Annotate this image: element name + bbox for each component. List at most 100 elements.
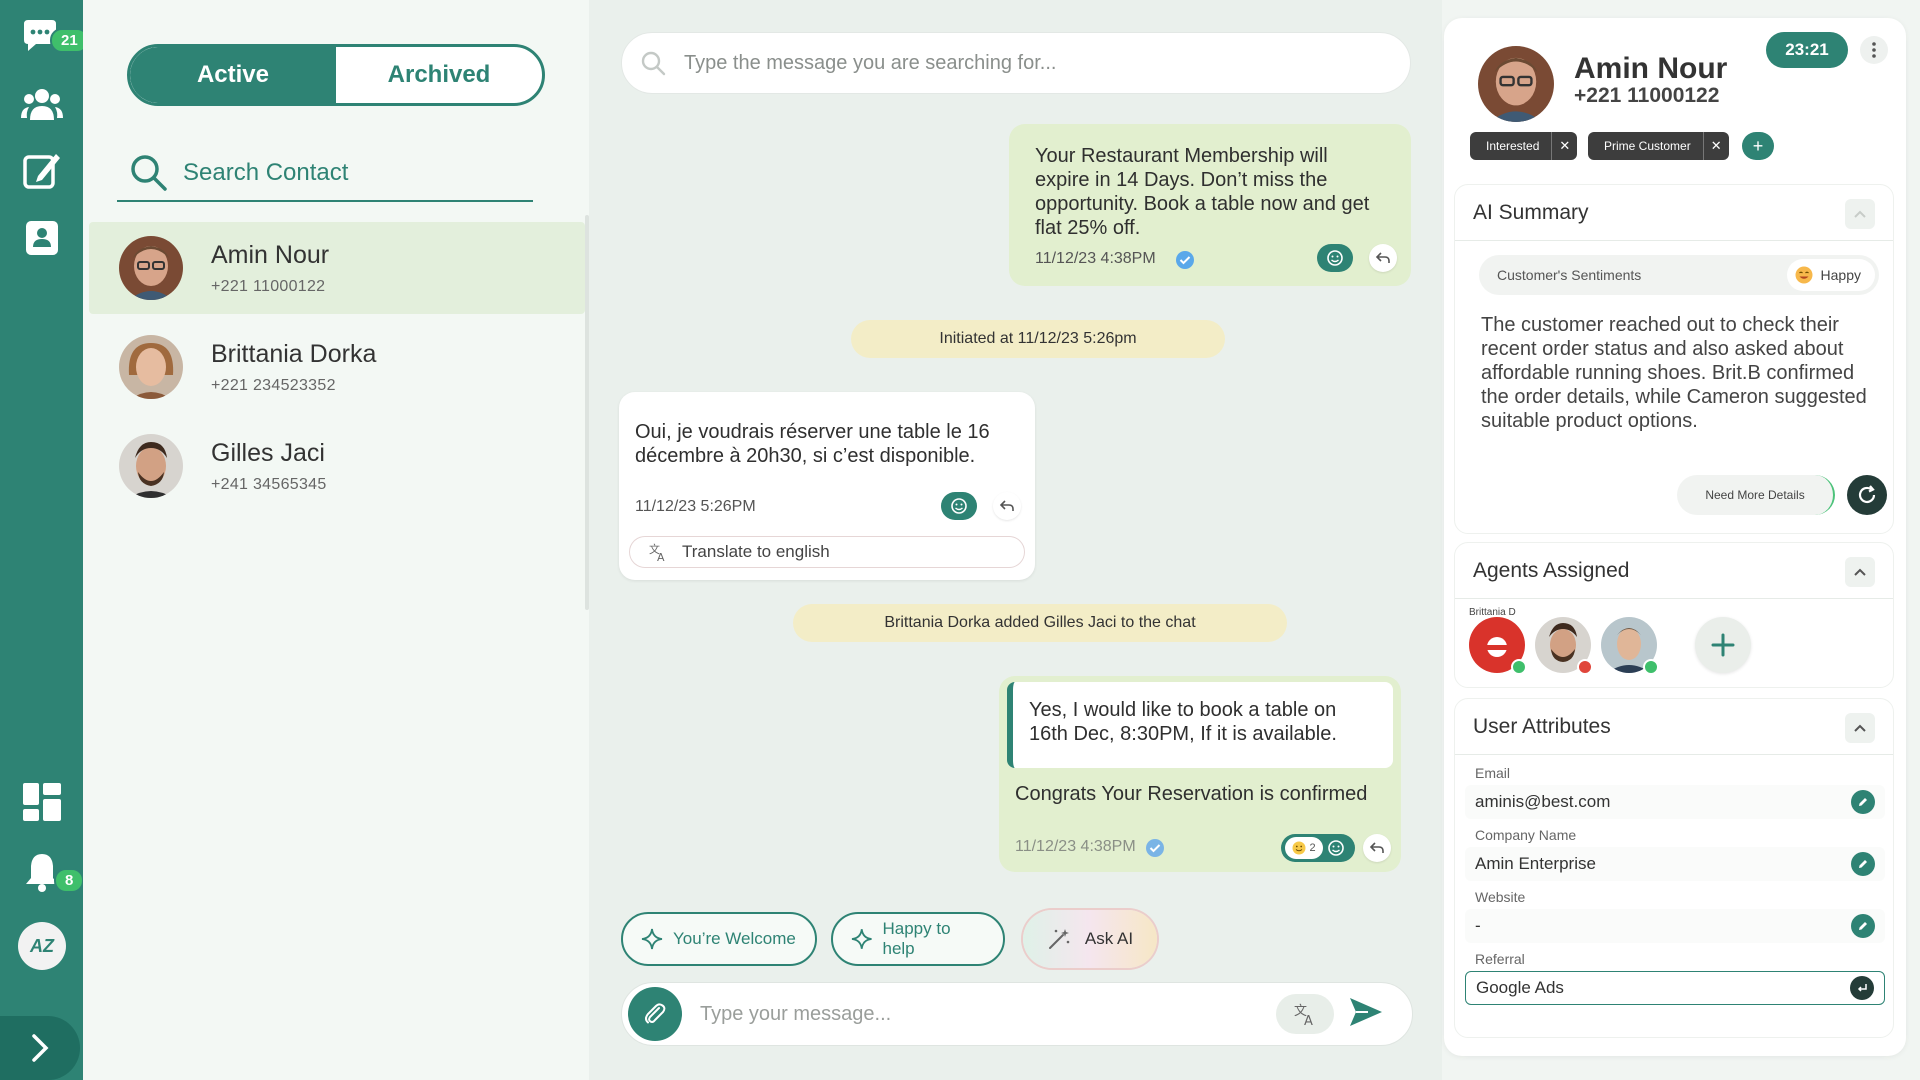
message-time: 11/12/23 4:38PM bbox=[1015, 838, 1136, 855]
attributes-title: User Attributes bbox=[1473, 715, 1611, 738]
paperclip-icon bbox=[645, 1003, 666, 1024]
read-check-icon bbox=[1146, 839, 1164, 857]
translate-toggle-button[interactable]: 文A bbox=[1276, 994, 1334, 1034]
session-timer: 23:21 bbox=[1766, 32, 1848, 68]
collapse-agents-button[interactable] bbox=[1845, 557, 1875, 587]
system-event-participant-added: Brittania Dorka added Gilles Jaci to the… bbox=[793, 604, 1287, 642]
translate-icon: 文A bbox=[649, 542, 665, 562]
team-icon[interactable] bbox=[20, 82, 64, 126]
quick-reply-happy-to-help[interactable]: Happy to help bbox=[831, 912, 1005, 966]
translate-button[interactable]: 文A Translate to english bbox=[629, 536, 1025, 568]
ask-ai-button[interactable]: Ask AI bbox=[1023, 910, 1157, 968]
contact-search-placeholder: Search Contact bbox=[183, 159, 349, 186]
sentiment-label: Customer's Sentiments bbox=[1497, 267, 1642, 283]
attribute-company-field[interactable]: Amin Enterprise bbox=[1465, 847, 1885, 881]
attribute-value: Google Ads bbox=[1476, 978, 1564, 997]
contact-details-panel: Amin Nour +221 11000122 23:21 Interested… bbox=[1444, 18, 1906, 1056]
sentiment-value: Happy bbox=[1820, 267, 1861, 283]
edit-website-button[interactable] bbox=[1851, 914, 1875, 938]
attribute-value: - bbox=[1475, 916, 1481, 935]
ask-ai-label: Ask AI bbox=[1084, 929, 1134, 948]
read-check-icon bbox=[1176, 251, 1194, 269]
attributes-header: User Attributes bbox=[1455, 699, 1893, 755]
chevron-up-icon bbox=[1854, 210, 1866, 218]
reaction-count: 2 bbox=[1309, 842, 1316, 854]
reply-button[interactable] bbox=[993, 492, 1021, 520]
agent-avatar[interactable] bbox=[1535, 617, 1593, 675]
add-reaction-button[interactable] bbox=[941, 492, 977, 520]
contact-item-gilles-jaci[interactable]: Gilles Jaci +241 34565345 bbox=[89, 420, 585, 512]
avatar bbox=[119, 434, 183, 498]
quick-reply-youre-welcome[interactable]: You’re Welcome bbox=[621, 912, 817, 966]
magic-wand-icon bbox=[1048, 929, 1070, 949]
kebab-menu-icon bbox=[1872, 42, 1876, 58]
left-rail: 21 8 AZ bbox=[0, 0, 89, 1080]
attach-button[interactable] bbox=[628, 987, 682, 1041]
edit-email-button[interactable] bbox=[1851, 790, 1875, 814]
send-button[interactable] bbox=[1348, 996, 1384, 1033]
online-status-dot bbox=[1643, 659, 1659, 675]
tab-active[interactable]: Active bbox=[130, 47, 336, 103]
ai-summary-title: AI Summary bbox=[1473, 201, 1589, 224]
attribute-label-referral: Referral bbox=[1475, 951, 1525, 967]
attribute-label-company: Company Name bbox=[1475, 827, 1577, 843]
reaction-group[interactable]: 2 bbox=[1281, 834, 1355, 862]
pencil-icon bbox=[1859, 922, 1867, 930]
outgoing-message[interactable]: Your Restaurant Membership will expire i… bbox=[1009, 124, 1411, 286]
tab-archived[interactable]: Archived bbox=[336, 47, 542, 103]
add-reaction-button[interactable] bbox=[1317, 244, 1353, 272]
contact-phone: +221 11000122 bbox=[1574, 84, 1720, 107]
translate-label: Translate to english bbox=[682, 542, 830, 561]
confirm-referral-button[interactable] bbox=[1850, 976, 1874, 1000]
message-input[interactable]: Type your message... bbox=[700, 1003, 1276, 1026]
message-time: 11/12/23 4:38PM bbox=[1035, 250, 1156, 267]
reply-button[interactable] bbox=[1363, 834, 1391, 862]
contact-phone: +221 234523352 bbox=[211, 376, 336, 394]
message-time: 11/12/23 5:26PM bbox=[635, 498, 756, 515]
add-agent-button[interactable] bbox=[1695, 617, 1751, 673]
brand-logo[interactable]: AZ bbox=[18, 922, 66, 970]
quoted-message[interactable]: Yes, I would like to book a table on 16t… bbox=[1007, 682, 1393, 768]
need-more-details-button[interactable]: Need More Details bbox=[1677, 475, 1835, 515]
chevron-up-icon bbox=[1854, 568, 1866, 576]
edit-company-button[interactable] bbox=[1851, 852, 1875, 876]
contact-name: Amin Nour bbox=[211, 240, 330, 269]
message-text: Your Restaurant Membership will expire i… bbox=[1035, 145, 1370, 239]
reply-button[interactable] bbox=[1369, 244, 1397, 272]
remove-tag-button[interactable]: ✕ bbox=[1551, 132, 1577, 160]
regenerate-summary-button[interactable] bbox=[1847, 475, 1887, 515]
compose-icon[interactable] bbox=[20, 148, 64, 192]
message-text: Congrats Your Reservation is confirmed bbox=[1015, 783, 1368, 805]
contact-name: Gilles Jaci bbox=[211, 438, 325, 467]
status-toggle: Active Archived bbox=[127, 44, 545, 106]
online-status-dot bbox=[1511, 659, 1527, 675]
agent-avatar[interactable] bbox=[1469, 617, 1527, 675]
attribute-label-website: Website bbox=[1475, 889, 1526, 905]
contact-item-amin-nour[interactable]: Amin Nour +221 11000122 bbox=[89, 222, 585, 314]
message-search-input[interactable]: Type the message you are searching for..… bbox=[621, 32, 1411, 94]
contact-search-input[interactable]: Search Contact bbox=[117, 146, 533, 202]
contacts-book-icon[interactable] bbox=[20, 216, 64, 260]
tag-label: Prime Customer bbox=[1604, 139, 1691, 153]
contact-item-brittania-dorka[interactable]: Brittania Dorka +221 234523352 bbox=[89, 321, 585, 413]
expand-rail-button[interactable] bbox=[0, 1016, 80, 1080]
ai-summary-header: AI Summary bbox=[1455, 185, 1893, 241]
refresh-icon bbox=[1858, 485, 1876, 504]
happy-emoji-icon bbox=[1795, 266, 1813, 284]
reaction-chip[interactable]: 2 bbox=[1285, 837, 1323, 859]
more-options-button[interactable] bbox=[1860, 36, 1888, 64]
incoming-message[interactable]: Oui, je voudrais réserver une table le 1… bbox=[619, 392, 1035, 580]
attribute-value: aminis@best.com bbox=[1475, 792, 1611, 811]
add-tag-button[interactable]: + bbox=[1742, 132, 1774, 160]
attribute-website-field[interactable]: - bbox=[1465, 909, 1885, 943]
attribute-referral-field[interactable]: Google Ads bbox=[1465, 971, 1885, 1005]
remove-tag-button[interactable]: ✕ bbox=[1702, 132, 1729, 160]
collapse-attributes-button[interactable] bbox=[1845, 713, 1875, 743]
contact-name: Amin Nour bbox=[1574, 52, 1728, 85]
agent-avatar[interactable] bbox=[1601, 617, 1659, 675]
collapse-ai-summary-button[interactable] bbox=[1845, 199, 1875, 229]
dashboard-icon[interactable] bbox=[20, 780, 64, 824]
sentiment-badge: Happy bbox=[1786, 259, 1875, 291]
outgoing-message[interactable]: Yes, I would like to book a table on 16t… bbox=[999, 676, 1401, 872]
attribute-email-field[interactable]: aminis@best.com bbox=[1465, 785, 1885, 819]
